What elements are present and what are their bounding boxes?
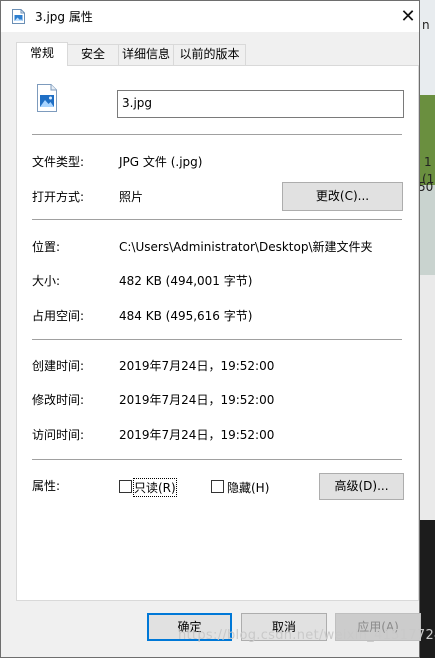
tab-label: 安全 xyxy=(80,47,105,61)
location-label: 位置: xyxy=(32,240,61,254)
modified-label: 修改时间: xyxy=(32,393,85,407)
image-file-icon xyxy=(12,9,25,24)
size-label: 大小: xyxy=(32,274,61,288)
advanced-button-label: 高级(D)... xyxy=(334,479,389,493)
modified-value: 2019年7月24日，19:52:00 xyxy=(119,393,275,407)
close-button[interactable]: ✕ xyxy=(396,5,420,29)
watermark-text: https://blog.csdn.net/weixin_41517724 xyxy=(178,628,435,643)
tab-previous-versions[interactable]: 以前的版本 xyxy=(173,44,246,65)
divider xyxy=(32,134,402,135)
file-type-value: JPG 文件 (.jpg) xyxy=(119,155,203,169)
window-title: 3.jpg 属性 xyxy=(35,10,93,24)
size-on-disk-label: 占用空间: xyxy=(32,309,85,323)
divider xyxy=(32,459,402,460)
general-panel xyxy=(16,65,419,601)
background-text: (1 xyxy=(422,172,435,186)
readonly-checkbox[interactable] xyxy=(119,480,132,493)
title-bar[interactable]: 3.jpg 属性 ✕ xyxy=(1,1,419,32)
location-value: C:\Users\Administrator\Desktop\新建文件夹 xyxy=(119,240,373,254)
tab-label: 详细信息 xyxy=(121,47,170,61)
size-value: 482 KB (494,001 字节) xyxy=(119,274,253,288)
opens-with-value: 照片 xyxy=(119,190,144,204)
file-name-input[interactable] xyxy=(118,91,396,115)
hidden-checkbox[interactable] xyxy=(211,480,224,493)
tab-details[interactable]: 详细信息 xyxy=(118,44,174,65)
change-button[interactable]: 更改(C)... xyxy=(282,182,403,211)
size-on-disk-value: 484 KB (495,616 字节) xyxy=(119,309,253,323)
file-name-field[interactable] xyxy=(117,90,404,118)
created-label: 创建时间: xyxy=(32,359,85,373)
readonly-label[interactable]: 只读(R) xyxy=(133,478,177,497)
attributes-label: 属性: xyxy=(32,479,61,493)
hidden-label[interactable]: 隐藏(H) xyxy=(227,479,269,496)
properties-dialog: 3.jpg 属性 ✕ 常规 安全 详细信息 以前的版本 文件类型: JPG 文件… xyxy=(0,0,421,658)
tab-label: 常规 xyxy=(29,46,54,60)
change-button-label: 更改(C)... xyxy=(315,189,370,203)
divider xyxy=(32,339,402,340)
divider xyxy=(32,219,402,220)
tab-general[interactable]: 常规 xyxy=(16,42,68,66)
accessed-label: 访问时间: xyxy=(32,428,85,442)
background-text: 1 xyxy=(424,155,432,169)
advanced-button[interactable]: 高级(D)... xyxy=(319,473,404,500)
tab-label: 以前的版本 xyxy=(179,47,240,61)
created-value: 2019年7月24日，19:52:00 xyxy=(119,359,275,373)
tab-security[interactable]: 安全 xyxy=(67,44,119,65)
close-icon: ✕ xyxy=(400,6,416,27)
desktop-background: n 50 1 (1 xyxy=(420,0,435,658)
opens-with-label: 打开方式: xyxy=(32,190,85,204)
accessed-value: 2019年7月24日，19:52:00 xyxy=(119,428,275,442)
file-type-label: 文件类型: xyxy=(32,155,85,169)
background-text: n xyxy=(422,18,430,32)
image-file-icon xyxy=(37,84,57,112)
